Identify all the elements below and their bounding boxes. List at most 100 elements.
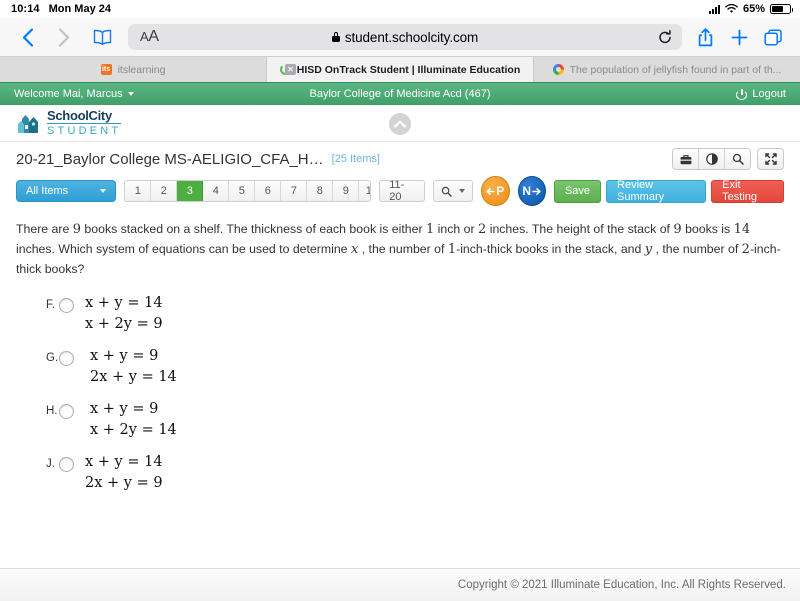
collapse-header-button[interactable] [389, 113, 411, 135]
radio-button[interactable] [59, 298, 74, 314]
page-button-7[interactable]: 7 [281, 181, 308, 201]
branding-bar: SchoolCity STUDENT [0, 105, 800, 142]
close-icon[interactable]: ✕ [285, 64, 296, 75]
choice-label: H. [46, 405, 58, 418]
tabs-icon[interactable] [756, 21, 790, 53]
choice-label: F. [46, 299, 55, 312]
battery-icon [770, 4, 793, 14]
number-9b: 9 [673, 222, 682, 237]
url-text: student.schoolcity.com [344, 29, 479, 45]
welcome-label: Welcome Mai, Marcus [14, 88, 123, 100]
answer-choice-j[interactable]: J. x + y = 14 2x + y = 9 [46, 454, 784, 491]
browser-toolbar: AA student.schoolcity.com [0, 18, 800, 56]
assessment-title-row: 20-21_Baylor College MS-AELIGIO_CFA_H… [… [0, 142, 800, 176]
filter-dropdown[interactable]: All Items [16, 180, 117, 202]
next-label: N [522, 184, 532, 198]
exit-testing-button[interactable]: Exit Testing [711, 179, 784, 203]
chevron-down-icon [127, 92, 134, 96]
reload-icon[interactable] [658, 29, 672, 45]
copyright-text: Copyright © 2021 Illuminate Education, I… [457, 579, 786, 591]
itslearning-favicon: its [100, 64, 112, 75]
wifi-icon [725, 3, 738, 14]
plus-icon[interactable] [722, 21, 756, 53]
tab-title: The population of jellyfish found in par… [569, 63, 782, 76]
item-count-badge: [25 Items] [331, 153, 380, 165]
page-button-1[interactable]: 1 [125, 181, 152, 201]
page-navigation: 1 2 3 4 5 6 7 8 9 10 [124, 180, 372, 202]
review-summary-button[interactable]: Review Summary [606, 179, 707, 203]
number-14: 14 [733, 222, 751, 237]
page-title: 20-21_Baylor College MS-AELIGIO_CFA_H… [16, 150, 324, 168]
tab-title: itslearning [117, 63, 166, 76]
number-9: 9 [72, 222, 82, 237]
logout-button[interactable]: Logout [736, 88, 786, 100]
share-icon[interactable] [688, 21, 722, 53]
back-chevron-icon[interactable] [10, 21, 46, 53]
page-button-3[interactable]: 3 [177, 181, 204, 201]
assessment-toolbar: All Items 1 2 3 4 5 6 7 8 9 10 11-20 P N [0, 176, 800, 206]
choice-equation-2: x + 2y = 14 [90, 422, 177, 439]
chevron-down-icon [100, 189, 107, 193]
fullscreen-icon[interactable] [757, 148, 784, 170]
tab-title: HISD OnTrack Student | Illuminate Educat… [296, 63, 521, 76]
previous-question-button[interactable]: P [481, 176, 510, 206]
page-button-8[interactable]: 8 [307, 181, 334, 201]
text-size-button[interactable]: AA [140, 28, 159, 46]
arrow-left-icon [486, 187, 496, 195]
chevron-up-icon [394, 120, 406, 128]
save-button[interactable]: Save [553, 179, 602, 203]
browser-tab-bar: its itslearning ✕ HISD OnTrack Student |… [0, 56, 800, 82]
arrow-right-icon [532, 187, 541, 195]
battery-percent: 65% [742, 3, 765, 15]
google-favicon [552, 64, 564, 75]
page-button-6[interactable]: 6 [255, 181, 282, 201]
page-range-button[interactable]: 11-20 [379, 179, 426, 203]
browser-tab-ontrack[interactable]: ✕ HISD OnTrack Student | Illuminate Educ… [267, 57, 534, 82]
radio-button[interactable] [59, 351, 74, 367]
radio-button[interactable] [59, 457, 74, 473]
radio-button[interactable] [59, 404, 74, 420]
contrast-icon[interactable] [699, 149, 725, 169]
toolkit-icon[interactable] [673, 149, 699, 169]
answer-choices: F. x + y = 14 x + 2y = 9 G. x + y = 9 2x… [16, 295, 784, 491]
question-text: There are 9 books stacked on a shelf. Th… [16, 222, 781, 277]
number-1b: 1 [447, 242, 457, 258]
forward-chevron-icon[interactable] [46, 21, 82, 53]
search-icon [441, 186, 452, 197]
page-footer: Copyright © 2021 Illuminate Education, I… [0, 568, 800, 601]
page-button-10[interactable]: 10 [359, 181, 371, 201]
zoom-icon[interactable] [725, 149, 750, 169]
search-dropdown[interactable] [433, 180, 474, 202]
answer-choice-f[interactable]: F. x + y = 14 x + 2y = 9 [46, 295, 784, 332]
user-menu[interactable]: Welcome Mai, Marcus [14, 88, 134, 100]
answer-choice-h[interactable]: H. x + y = 9 x + 2y = 14 [46, 401, 784, 438]
choice-equation-1: x + y = 9 [90, 401, 159, 418]
filter-label: All Items [26, 185, 69, 197]
app-screen: 10:14 Mon May 24 65% AA student.schoolci… [0, 0, 800, 601]
status-time: 10:14 [11, 3, 40, 15]
app-header-bar: Welcome Mai, Marcus Baylor College of Me… [0, 82, 800, 105]
url-bar[interactable]: AA student.schoolcity.com [128, 24, 682, 50]
choice-label: J. [46, 458, 55, 471]
book-icon[interactable] [82, 21, 122, 53]
lock-icon [331, 32, 340, 42]
choice-label: G. [46, 352, 59, 365]
choice-equation-2: 2x + y = 14 [90, 369, 177, 386]
answer-choice-g[interactable]: G. x + y = 9 2x + y = 14 [46, 348, 784, 385]
browser-tab-google-search[interactable]: The population of jellyfish found in par… [534, 57, 800, 82]
page-button-2[interactable]: 2 [151, 181, 178, 201]
choice-equation-1: x + y = 14 [85, 454, 163, 471]
logo-name: SchoolCity [47, 109, 122, 124]
page-button-9[interactable]: 9 [333, 181, 360, 201]
page-button-4[interactable]: 4 [203, 181, 230, 201]
previous-label: P [496, 184, 505, 198]
logo-subtitle: STUDENT [47, 125, 122, 137]
page-button-5[interactable]: 5 [229, 181, 256, 201]
choice-equation-1: x + y = 9 [90, 348, 159, 365]
next-question-button[interactable]: N [517, 176, 546, 206]
browser-tab-itslearning[interactable]: its itslearning [0, 57, 267, 82]
logout-label: Logout [752, 88, 786, 100]
schoolcity-logo: SchoolCity STUDENT [16, 109, 122, 137]
cellular-signal-icon [708, 4, 720, 14]
schoolcity-building-icon [16, 110, 42, 136]
